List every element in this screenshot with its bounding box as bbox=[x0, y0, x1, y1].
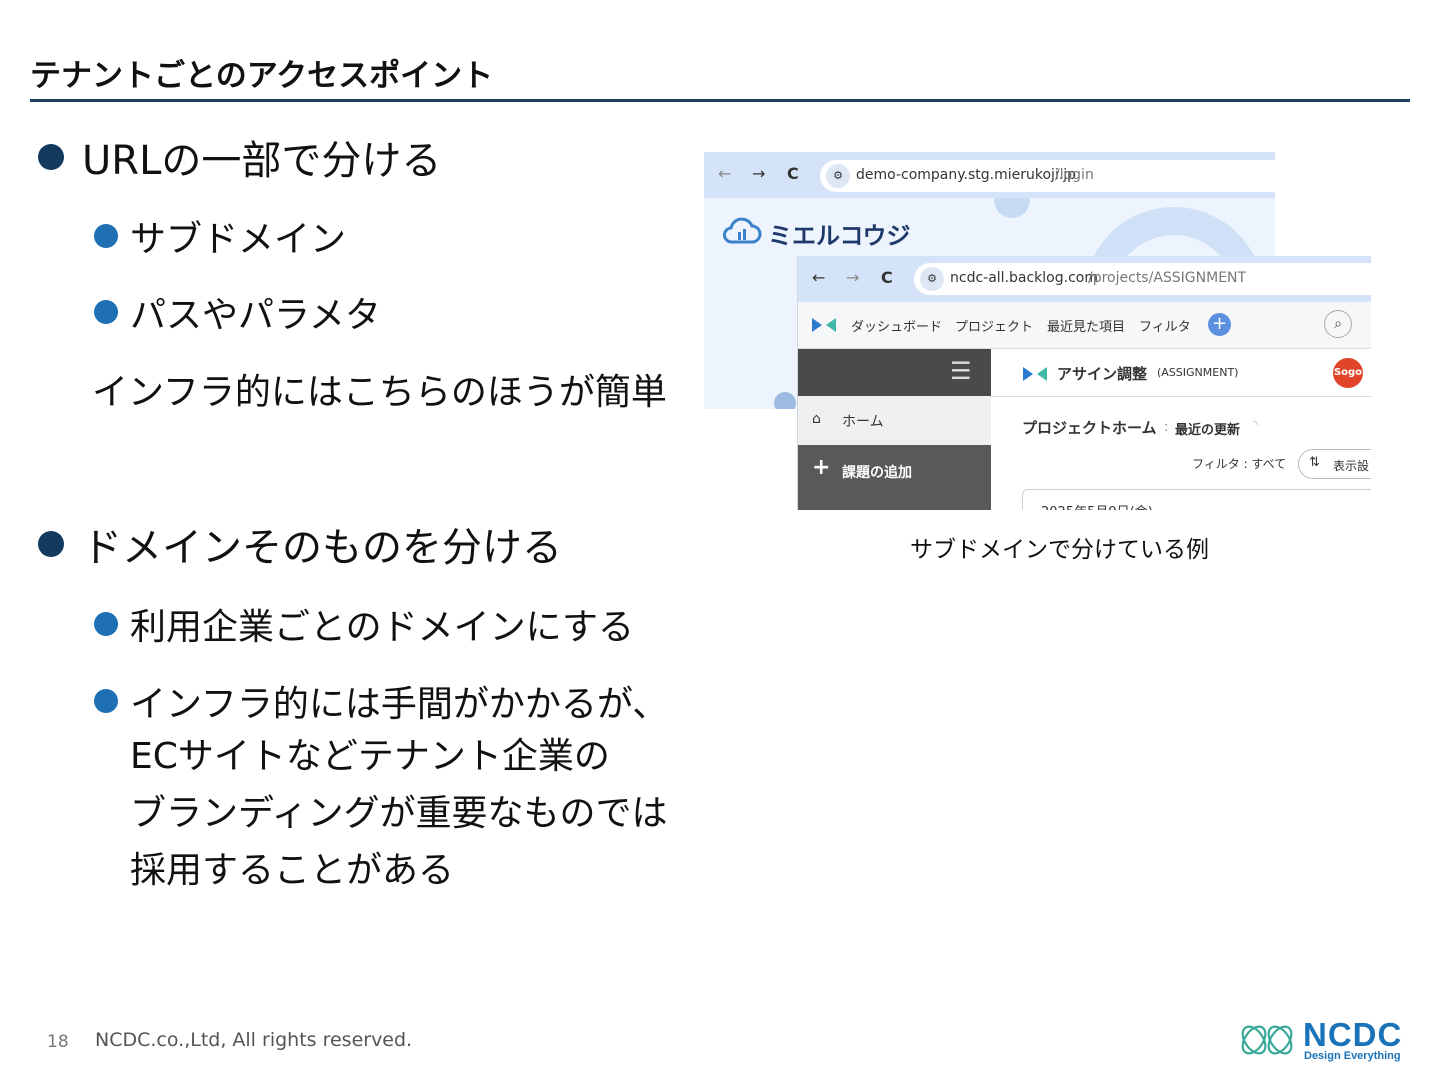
nav-recent[interactable]: 最近見た項目 bbox=[1047, 316, 1125, 335]
bullet-line: 採用することがある bbox=[130, 850, 455, 891]
app-top-nav: ダッシュボード プロジェクト 最近見た項目 フィルタ + ⌕ bbox=[798, 302, 1371, 349]
project-logo-icon bbox=[1023, 367, 1047, 381]
project-key: (ASSIGNMENT) bbox=[1157, 366, 1239, 379]
bullet-dot-icon bbox=[94, 300, 118, 324]
project-name[interactable]: アサイン調整 bbox=[1057, 363, 1147, 384]
back-arrow-icon[interactable]: ← bbox=[718, 164, 731, 183]
bullet-line: ECサイトなどテナント企業の bbox=[130, 736, 610, 777]
brand-logo: NCDC Design Everything bbox=[1240, 1016, 1415, 1064]
bullet-separate-domain: ドメインそのものを分ける bbox=[38, 515, 562, 573]
screenshot-caption: サブドメインで分けている例 bbox=[910, 537, 1209, 563]
bullet-text: パスやパラメタ bbox=[130, 295, 381, 336]
bullet-text: インフラ的には手間がかかるが、 bbox=[130, 684, 669, 725]
copyright: NCDC.co.,Ltd, All rights reserved. bbox=[95, 1029, 413, 1051]
screenshot-backlog: ← → C ⚙ ncdc-all.backlog.com /projects/A… bbox=[797, 256, 1371, 510]
search-icon[interactable]: ⌕ bbox=[1324, 310, 1352, 338]
bullet-text: サブドメイン bbox=[130, 219, 347, 260]
forward-arrow-icon[interactable]: → bbox=[752, 164, 765, 183]
reload-icon[interactable]: C bbox=[787, 164, 799, 183]
sidebar-item-add-issue[interactable]: + 課題の追加 bbox=[798, 445, 991, 510]
update-card: 2025年5月9日(金) bbox=[1022, 489, 1371, 510]
url-host: demo-company.stg.mierukoji.jp bbox=[856, 167, 1077, 183]
hamburger-menu-icon[interactable]: ☰ bbox=[950, 357, 972, 385]
bullet-line: ブランディングが重要なものでは bbox=[130, 793, 668, 834]
address-bar[interactable]: ⚙ ncdc-all.backlog.com /projects/ASSIGNM… bbox=[914, 263, 1371, 295]
page-heading: プロジェクトホーム bbox=[1022, 419, 1157, 437]
url-host: ncdc-all.backlog.com bbox=[950, 270, 1098, 286]
title-divider bbox=[30, 99, 1410, 102]
bullet-dot-icon bbox=[94, 689, 118, 713]
avatar[interactable]: Sogo bbox=[1333, 358, 1363, 388]
nav-dashboard[interactable]: ダッシュボード bbox=[851, 316, 942, 335]
display-settings-button[interactable]: ⇅ 表示設 bbox=[1298, 449, 1371, 479]
slide-title: テナントごとのアクセスポイント bbox=[30, 58, 494, 94]
heading-separator: : bbox=[1164, 420, 1169, 435]
bullet-company-domain: 利用企業ごとのドメインにする bbox=[94, 598, 634, 650]
home-icon: ⌂ bbox=[812, 411, 821, 427]
sliders-icon: ⇅ bbox=[1309, 455, 1320, 470]
nav-filter[interactable]: フィルタ bbox=[1139, 316, 1191, 335]
back-arrow-icon[interactable]: ← bbox=[812, 268, 825, 287]
bullet-dot-icon bbox=[38, 144, 64, 170]
app-logo: ミエルコウジ bbox=[768, 222, 911, 250]
add-plus-icon[interactable]: + bbox=[1208, 313, 1231, 336]
reload-icon[interactable]: C bbox=[881, 268, 893, 287]
site-settings-icon[interactable]: ⚙ bbox=[920, 267, 944, 291]
bullet-subdomain: サブドメイン bbox=[94, 210, 346, 262]
bullet-infra-cost: インフラ的には手間がかかるが、 bbox=[94, 675, 668, 727]
infra-note: インフラ的にはこちらのほうが簡単 bbox=[92, 372, 667, 413]
plus-icon: + bbox=[812, 455, 831, 480]
bullet-text: URLの一部で分ける bbox=[82, 138, 442, 184]
display-settings-label: 表示設 bbox=[1333, 459, 1370, 473]
address-bar[interactable]: ⚙ demo-company.stg.mierukoji.jp /login bbox=[820, 160, 1275, 192]
page-number: 18 bbox=[47, 1032, 69, 1052]
bullet-dot-icon bbox=[94, 612, 118, 636]
bullet-path-params: パスやパラメタ bbox=[94, 286, 381, 338]
bullet-continuation: ECサイトなどテナント企業の ブランディングが重要なものでは 採用することがある bbox=[130, 728, 667, 899]
site-settings-icon[interactable]: ⚙ bbox=[826, 164, 850, 188]
sidebar-item-label: 課題の追加 bbox=[842, 465, 912, 481]
project-header: アサイン調整 (ASSIGNMENT) Sogo bbox=[991, 349, 1371, 397]
sidebar-header: ☰ bbox=[798, 349, 991, 396]
brand-name: NCDC bbox=[1303, 1016, 1403, 1053]
url-path: /login bbox=[1055, 167, 1094, 183]
cloud-logo-icon bbox=[723, 217, 762, 244]
bullet-text: ドメインそのものを分ける bbox=[82, 525, 562, 571]
bullet-dot-icon bbox=[94, 224, 118, 248]
backlog-logo-icon[interactable] bbox=[810, 314, 838, 336]
browser-toolbar: ← → C ⚙ demo-company.stg.mierukoji.jp /l… bbox=[704, 152, 1275, 198]
forward-arrow-icon[interactable]: → bbox=[846, 268, 859, 287]
bullet-url-part: URLの一部で分ける bbox=[38, 128, 441, 186]
url-path: /projects/ASSIGNMENT bbox=[1088, 270, 1247, 286]
update-date: 2025年5月9日(金) bbox=[1041, 501, 1153, 510]
bullet-dot-icon bbox=[38, 531, 64, 557]
app-sidebar: ☰ ⌂ ホーム + 課題の追加 bbox=[798, 349, 991, 510]
filter-status: フィルタ : すべて bbox=[1192, 457, 1287, 471]
browser-toolbar: ← → C ⚙ ncdc-all.backlog.com /projects/A… bbox=[798, 256, 1371, 302]
bullet-text: 利用企業ごとのドメインにする bbox=[130, 607, 635, 648]
brand-mark-icon bbox=[1241, 1025, 1293, 1055]
rss-icon[interactable]: ◝ bbox=[1253, 418, 1258, 433]
brand-tagline: Design Everything bbox=[1304, 1050, 1401, 1062]
page-subheading: 最近の更新 bbox=[1175, 423, 1241, 438]
gear-icon bbox=[774, 392, 796, 409]
sidebar-item-home[interactable]: ホーム bbox=[842, 411, 884, 431]
nav-projects[interactable]: プロジェクト bbox=[955, 316, 1033, 335]
